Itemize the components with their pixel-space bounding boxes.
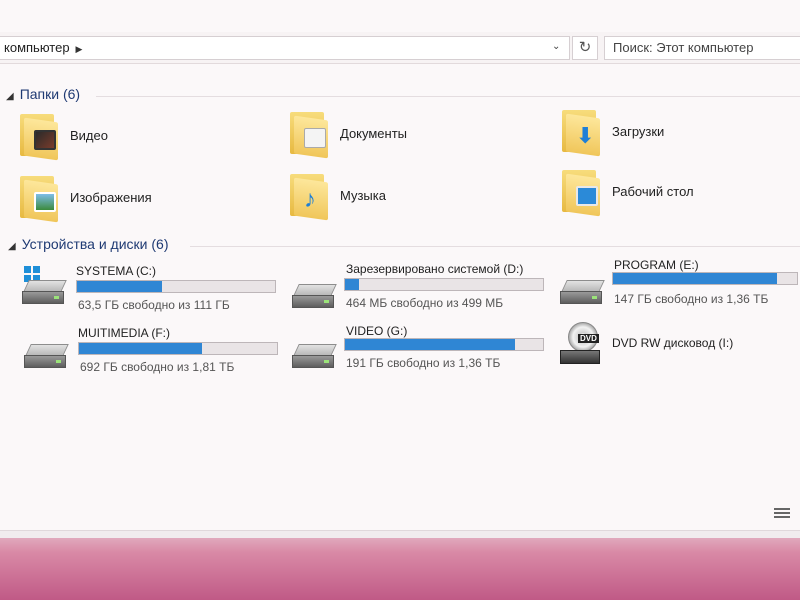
folder-pictures[interactable]: Изображения [20, 174, 152, 223]
video-folder-icon [20, 112, 58, 161]
folder-documents[interactable]: Документы [290, 110, 407, 159]
address-dropdown-icon[interactable]: ⌄ [552, 41, 560, 52]
collapse-chevron-icon[interactable]: ◢ [6, 91, 14, 102]
explorer-window: компьютер ▶ ⌄ ↻ Поиск: Этот компьютер ◢ Па… [0, 0, 800, 538]
hard-drive-icon [24, 344, 70, 370]
folder-music[interactable]: ♪ Музыка [290, 172, 386, 221]
music-folder-icon: ♪ [290, 172, 328, 221]
pictures-folder-icon [20, 174, 58, 223]
window-bottom-edge [0, 530, 800, 538]
drive-usage-bar [344, 278, 544, 291]
downloads-folder-icon: ⬇ [562, 108, 600, 157]
breadcrumb-computer[interactable]: компьютер [4, 40, 70, 55]
dvd-drive-icon: DVD [560, 322, 600, 368]
drive-usage-bar [76, 280, 276, 293]
drive-usage-bar [78, 342, 278, 355]
folder-downloads[interactable]: ⬇ Загрузки [562, 108, 664, 157]
section-divider [96, 96, 800, 97]
breadcrumb-chevron-icon[interactable]: ▶ [76, 44, 83, 54]
refresh-icon: ↻ [578, 39, 592, 56]
hard-drive-icon [292, 284, 338, 310]
desktop-folder-icon [562, 168, 600, 217]
section-divider [190, 246, 800, 247]
details-view-icon[interactable] [774, 508, 790, 522]
drives-section-header[interactable]: ◢ Устройства и диски (6) [8, 236, 168, 252]
system-drive-icon [22, 266, 68, 306]
drive-usage-bar [612, 272, 798, 285]
documents-folder-icon [290, 110, 328, 159]
refresh-button[interactable]: ↻ [572, 36, 598, 60]
search-input[interactable]: Поиск: Этот компьютер [604, 36, 800, 60]
address-bar[interactable]: компьютер ▶ [0, 36, 570, 60]
collapse-chevron-icon[interactable]: ◢ [8, 241, 16, 252]
folders-section-header[interactable]: ◢ Папки (6) [6, 86, 80, 102]
hard-drive-icon [560, 280, 606, 306]
folder-desktop[interactable]: Рабочий стол [562, 168, 694, 217]
folder-video[interactable]: Видео [20, 112, 108, 161]
drive-usage-bar [344, 338, 544, 351]
hard-drive-icon [292, 344, 338, 370]
navigation-bar: компьютер ▶ ⌄ ↻ Поиск: Этот компьютер [0, 32, 800, 64]
